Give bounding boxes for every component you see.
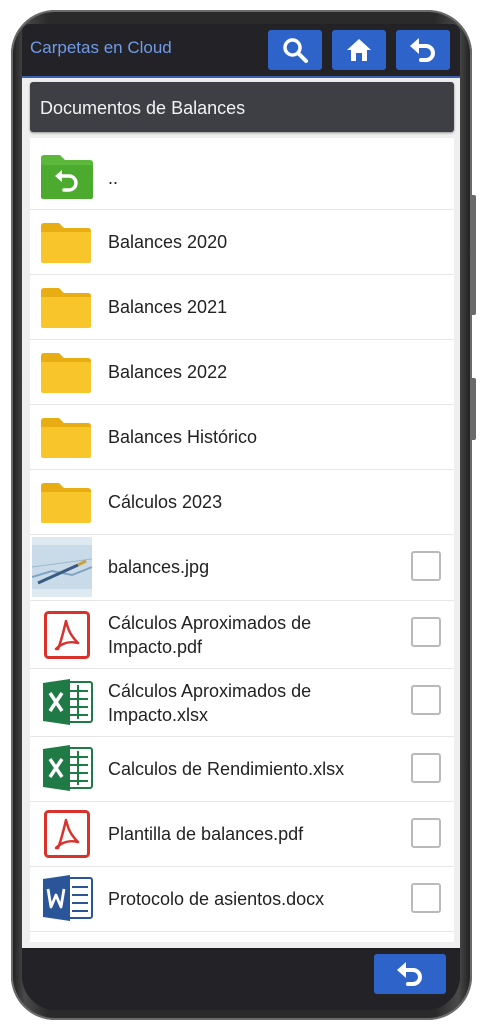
image-thumbnail — [32, 537, 92, 597]
content-area: Documentos de Balances .. Balances 2020 … — [22, 78, 460, 948]
select-checkbox[interactable] — [411, 818, 441, 848]
list-item-label: Balances 2021 — [108, 297, 228, 317]
list-item-folder[interactable]: Balances 2022 — [30, 340, 454, 405]
search-button[interactable] — [268, 30, 322, 70]
list-item-label: Balances 2020 — [108, 232, 228, 252]
folder-icon — [41, 483, 91, 523]
list-item-file[interactable]: Calculos de Rendimiento.xlsx — [30, 737, 454, 802]
bottom-bar — [22, 950, 460, 1010]
list-item-label: Protocolo de asientos.docx — [108, 889, 325, 909]
pdf-icon — [44, 611, 90, 659]
list-item-label: Plantilla de balances.pdf — [108, 824, 304, 844]
list-item-label: Calculos de Rendimiento.xlsx — [108, 759, 345, 779]
folder-icon — [41, 418, 91, 458]
select-checkbox[interactable] — [411, 883, 441, 913]
list-item-label: Balances Histórico — [108, 427, 258, 447]
pdf-icon — [44, 810, 90, 858]
side-button — [470, 195, 476, 315]
folder-header: Documentos de Balances — [30, 82, 454, 132]
list-item-file[interactable]: Cálculos Aproximados de Impacto.xlsx — [30, 669, 454, 737]
list-item-label: balances.jpg — [108, 557, 210, 577]
home-icon — [347, 39, 371, 61]
list-item-file[interactable]: Cálculos Aproximados de Impacto.pdf — [30, 601, 454, 669]
folder-title: Documentos de Balances — [40, 98, 246, 118]
list-item-label-line2: Impacto.xlsx — [108, 705, 209, 725]
folder-icon — [41, 288, 91, 328]
excel-icon — [43, 679, 93, 725]
select-checkbox[interactable] — [411, 753, 441, 783]
list-item-label: Balances 2022 — [108, 362, 228, 382]
list-item-file[interactable]: Plantilla de balances.pdf — [30, 802, 454, 867]
list-item-folder[interactable]: Balances Histórico — [30, 405, 454, 470]
list-item-file[interactable]: balances.jpg — [30, 535, 454, 601]
top-bar: Carpetas en Cloud — [22, 24, 460, 78]
list-item-label-line1: Cálculos Aproximados de — [108, 681, 312, 701]
list-item-label: .. — [108, 168, 119, 188]
select-checkbox[interactable] — [411, 551, 441, 581]
app-title: Carpetas en Cloud — [30, 38, 172, 57]
list-item-folder[interactable]: Balances 2021 — [30, 275, 454, 340]
list-item-label: Cálculos 2023 — [108, 492, 223, 512]
folder-icon — [41, 223, 91, 263]
back-arrow-icon — [410, 38, 435, 62]
list-item-folder[interactable]: Balances 2020 — [30, 210, 454, 275]
bottom-back-button[interactable] — [374, 954, 446, 994]
select-checkbox[interactable] — [411, 685, 441, 715]
list-item-label-line1: Cálculos Aproximados de — [108, 613, 312, 633]
list-item-parent-folder[interactable]: .. — [30, 138, 454, 210]
list-item-folder[interactable]: Cálculos 2023 — [30, 470, 454, 535]
list-item-file[interactable]: Protocolo de asientos.docx — [30, 867, 454, 932]
back-arrow-icon — [397, 962, 422, 986]
folder-up-icon — [41, 155, 93, 199]
word-icon — [43, 875, 93, 921]
home-button[interactable] — [332, 30, 386, 70]
file-list: .. Balances 2020 Balances 2021 Balances … — [30, 138, 454, 942]
screen: Carpetas en Cloud Documentos de Balances — [22, 24, 460, 1010]
back-button[interactable] — [396, 30, 450, 70]
folder-icon — [41, 353, 91, 393]
side-button — [470, 378, 476, 440]
search-icon — [283, 38, 308, 63]
excel-icon — [43, 745, 93, 791]
list-item-label-line2: Impacto.pdf — [108, 637, 203, 657]
select-checkbox[interactable] — [411, 617, 441, 647]
